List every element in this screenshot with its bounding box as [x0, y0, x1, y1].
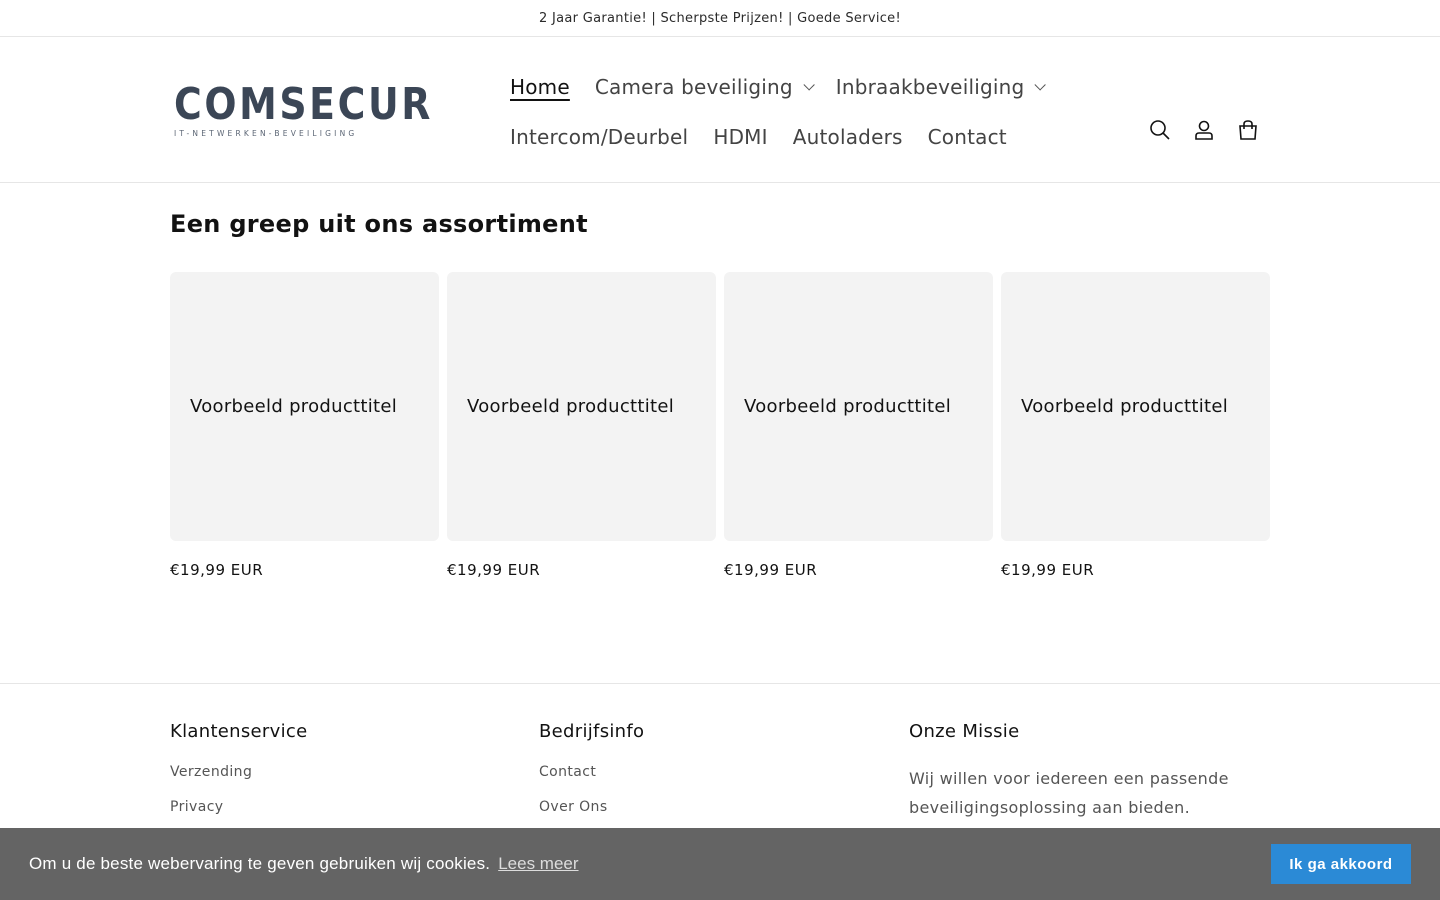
product-card[interactable]: Voorbeeld producttitel €19,99 EUR [447, 272, 716, 579]
nav-item-autoladers[interactable]: Autoladers [793, 125, 903, 149]
nav-label: Intercom/Deurbel [510, 125, 689, 149]
nav-label: HDMI [713, 125, 768, 149]
footer-link-contact[interactable]: Contact [539, 764, 644, 799]
footer-link-verzending[interactable]: Verzending [170, 764, 307, 799]
product-price: €19,99 EUR [447, 561, 541, 579]
product-image[interactable]: Voorbeeld producttitel [447, 272, 716, 541]
account-button[interactable] [1182, 108, 1226, 152]
footer-col-missie: Onze Missie Wij willen voor iedereen een… [909, 721, 1239, 822]
product-card[interactable]: Voorbeeld producttitel €19,99 EUR [1001, 272, 1270, 579]
header-icons [1138, 108, 1270, 152]
product-grid: Voorbeeld producttitel €19,99 EUR Voorbe… [170, 272, 1270, 579]
account-icon [1195, 120, 1213, 140]
cookie-learn-more-link[interactable]: Lees meer [498, 854, 578, 874]
nav-label: Camera beveiliging [594, 75, 793, 99]
logo-tagline: IT-NETWERKEN-BEVEILIGING [174, 129, 358, 138]
product-image[interactable]: Voorbeeld producttitel [1001, 272, 1270, 541]
product-title: Voorbeeld producttitel [190, 396, 398, 417]
product-card[interactable]: Voorbeeld producttitel €19,99 EUR [724, 272, 993, 579]
nav-item-hdmi[interactable]: HDMI [713, 125, 767, 149]
nav-item-camera-beveiliging[interactable]: Camera beveiliging [594, 75, 815, 99]
cookie-message: Om u de beste webervaring te geven gebru… [29, 854, 491, 873]
logo[interactable]: COMSECUR IT-NETWERKEN-BEVEILIGING [170, 67, 470, 153]
product-title: Voorbeeld producttitel [744, 396, 952, 417]
product-image[interactable]: Voorbeeld producttitel [724, 272, 993, 541]
chevron-down-icon [1034, 79, 1047, 91]
nav-item-contact[interactable]: Contact [928, 125, 1007, 149]
footer-col-klantenservice: Klantenservice Verzending Privacy [170, 721, 307, 834]
footer-heading: Onze Missie [909, 721, 1020, 742]
nav-label: Autoladers [792, 125, 903, 149]
announcement-bar: 2 Jaar Garantie! | Scherpste Prijzen! | … [0, 0, 1440, 37]
product-image[interactable]: Voorbeeld producttitel [170, 272, 439, 541]
nav-label: Contact [927, 125, 1007, 149]
footer-col-bedrijfsinfo: Bedrijfsinfo Contact Over Ons [539, 721, 644, 834]
logo-wordmark: COMSECUR [174, 79, 433, 130]
footer-heading: Klantenservice [170, 721, 308, 742]
product-title: Voorbeeld producttitel [467, 396, 675, 417]
cookie-accept-button[interactable]: Ik ga akkoord [1271, 844, 1411, 884]
product-price: €19,99 EUR [1001, 561, 1095, 579]
product-price: €19,99 EUR [170, 561, 264, 579]
cookie-banner: Om u de beste webervaring te geven gebru… [0, 828, 1440, 900]
product-card[interactable]: Voorbeeld producttitel €19,99 EUR [170, 272, 439, 579]
nav-item-inbraakbeveiliging[interactable]: Inbraakbeveiliging [835, 75, 1047, 99]
search-button[interactable] [1138, 108, 1182, 152]
nav-item-intercom-deurbel[interactable]: Intercom/Deurbel [510, 125, 688, 149]
product-price: €19,99 EUR [724, 561, 818, 579]
mission-text: Wij willen voor iedereen een passende be… [909, 769, 1229, 817]
footer-heading: Bedrijfsinfo [539, 721, 645, 742]
announcement-text: 2 Jaar Garantie! | Scherpste Prijzen! | … [539, 10, 901, 26]
chevron-down-icon [803, 79, 815, 91]
nav-label: Home [510, 75, 570, 99]
product-title: Voorbeeld producttitel [1021, 396, 1229, 417]
nav-item-home[interactable]: Home [510, 75, 570, 99]
nav-label: Inbraakbeveiliging [835, 75, 1025, 99]
site-header: COMSECUR IT-NETWERKEN-BEVEILIGING Home C… [0, 37, 1440, 183]
cart-button[interactable] [1226, 108, 1270, 152]
search-icon [1150, 120, 1170, 140]
cart-icon [1239, 120, 1257, 140]
section-title: Een greep uit ons assortiment [170, 210, 588, 238]
